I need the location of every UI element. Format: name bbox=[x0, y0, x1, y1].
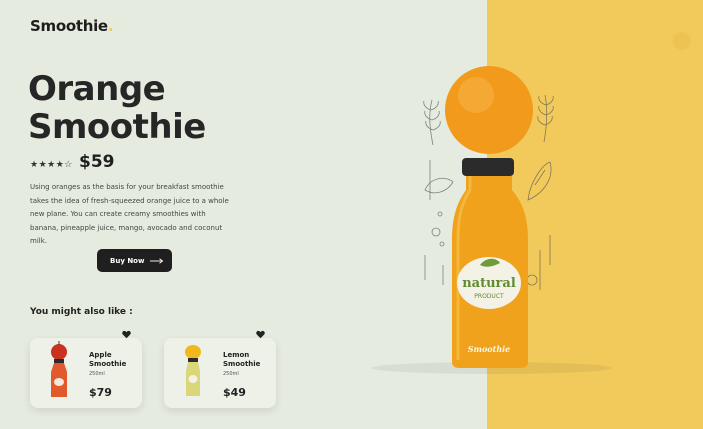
brand-dot: . bbox=[107, 17, 114, 35]
buy-now-label: Buy Now bbox=[110, 256, 145, 265]
arrow-right-icon bbox=[150, 257, 164, 264]
hero-title: Orange Smoothie bbox=[28, 70, 288, 146]
product-volume: 250ml bbox=[223, 371, 239, 377]
brand-name: Smoothie bbox=[30, 17, 108, 35]
hero-price: $59 bbox=[79, 152, 115, 172]
hero-title-line2: Smoothie bbox=[28, 107, 206, 147]
product-price: $79 bbox=[89, 386, 112, 399]
hero-title-line1: Orange bbox=[28, 69, 166, 109]
apple-smoothie-bottle-image bbox=[51, 341, 67, 397]
buy-now-button[interactable]: Buy Now bbox=[97, 249, 172, 272]
brand-logo[interactable]: Smoothie. bbox=[30, 17, 114, 35]
product-card-apple[interactable]: Apple Smoothie 250ml $79 bbox=[30, 338, 142, 408]
yellow-accent-panel bbox=[487, 0, 703, 429]
decorative-dot bbox=[673, 32, 691, 50]
lemon-smoothie-bottle-image bbox=[185, 345, 201, 396]
product-volume: 250ml bbox=[89, 371, 105, 377]
product-name: Lemon Smoothie bbox=[223, 351, 261, 368]
product-name: Apple Smoothie bbox=[89, 351, 127, 368]
rating-stars: ★★★★☆ bbox=[30, 160, 73, 170]
product-card-lemon[interactable]: Lemon Smoothie 250ml $49 bbox=[164, 338, 276, 408]
product-price: $49 bbox=[223, 386, 246, 399]
suggestions-title: You might also like : bbox=[30, 307, 133, 317]
hero-description: Using oranges as the basis for your brea… bbox=[30, 183, 229, 245]
heart-icon[interactable] bbox=[122, 330, 131, 339]
heart-icon[interactable] bbox=[256, 330, 265, 339]
